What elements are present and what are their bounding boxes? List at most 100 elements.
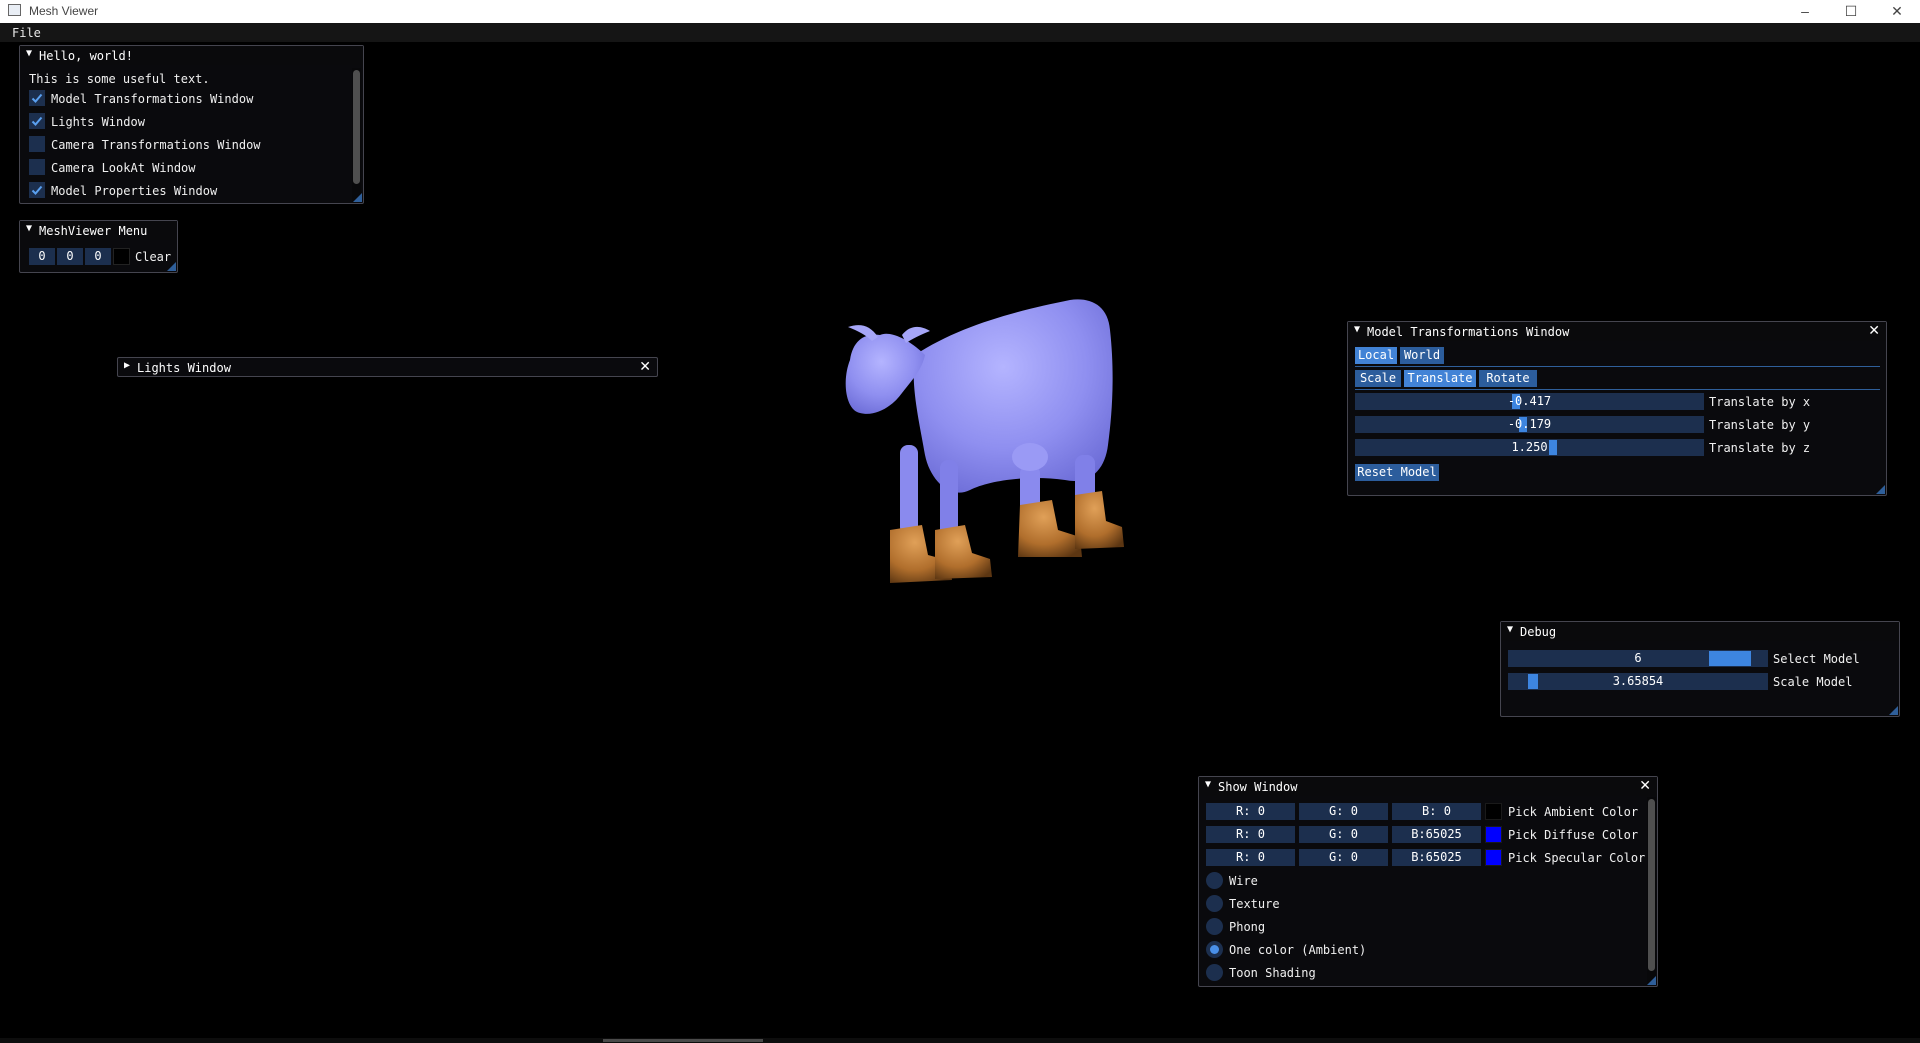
translate-slider-0[interactable]: -0.417 [1355, 393, 1704, 410]
select-model-slider[interactable]: 6 [1508, 650, 1768, 667]
color-g-field[interactable]: 0 [57, 248, 83, 265]
resize-grip[interactable] [1876, 485, 1885, 494]
expand-arrow-icon[interactable]: ▶ [124, 360, 130, 371]
debug-title: Debug [1520, 625, 1557, 639]
slider-value: -0.417 [1507, 394, 1552, 408]
cow-body [845, 299, 1113, 540]
color-g-field[interactable]: G: 0 [1299, 849, 1388, 866]
collapse-arrow-icon[interactable]: ▼ [26, 223, 32, 234]
resize-grip[interactable] [353, 193, 362, 202]
reset-model-button[interactable]: Reset Model [1355, 464, 1439, 481]
show-window-title: Show Window [1218, 780, 1298, 794]
hello-scrollbar[interactable] [352, 68, 361, 202]
resize-grip[interactable] [1889, 706, 1898, 715]
meshviewer-menu-title: MeshViewer Menu [39, 224, 148, 238]
model-transform-title: Model Transformations Window [1367, 325, 1570, 339]
tab-world[interactable]: World [1400, 347, 1444, 364]
color-b-field[interactable]: 0 [85, 248, 111, 265]
show-scrollbar[interactable] [1647, 797, 1656, 984]
meshviewer-menu-titlebar[interactable]: ▼ MeshViewer Menu [20, 221, 177, 240]
tab-rotate[interactable]: Rotate [1479, 370, 1537, 387]
color-r-field[interactable]: R: 0 [1206, 826, 1295, 843]
model-transform-titlebar[interactable]: ▼ Model Transformations Window ✕ [1348, 322, 1886, 341]
checkbox-1[interactable] [29, 113, 45, 129]
model-transformations-window[interactable]: ▼ Model Transformations Window ✕ Local Wo… [1347, 321, 1887, 496]
clear-label: Clear [135, 250, 172, 264]
scale-model-slider[interactable]: 3.65854 [1508, 673, 1768, 690]
scrollbar-thumb[interactable] [353, 70, 360, 184]
color-swatch[interactable] [1485, 803, 1502, 820]
show-window-titlebar[interactable]: ▼ Show Window ✕ [1199, 777, 1657, 796]
checkbox-label: Model Transformations Window [51, 92, 254, 106]
checkbox-label: Camera Transformations Window [51, 138, 261, 152]
color-b-field[interactable]: B:65025 [1392, 826, 1481, 843]
radio-one-color-ambient[interactable] [1206, 941, 1223, 958]
slider-value: -0.179 [1507, 417, 1552, 431]
checkbox-2[interactable] [29, 136, 45, 152]
slider-value: 3.65854 [1612, 674, 1664, 688]
color-g-field[interactable]: G: 0 [1299, 826, 1388, 843]
tab-separator [1355, 389, 1880, 390]
translate-slider-2[interactable]: 1.250 [1355, 439, 1704, 456]
hello-window-titlebar[interactable]: ▼ Hello, world! [20, 46, 363, 65]
radio-dot [1210, 945, 1219, 954]
checkbox-4[interactable] [29, 182, 45, 198]
radio-wire[interactable] [1206, 872, 1223, 889]
close-window-button[interactable]: ✕ [1874, 0, 1920, 23]
debug-titlebar[interactable]: ▼ Debug [1501, 622, 1899, 641]
checkbox-3[interactable] [29, 159, 45, 175]
boot-models [890, 491, 1124, 583]
radio-label: Texture [1229, 897, 1280, 911]
radio-phong[interactable] [1206, 918, 1223, 935]
hello-world-window[interactable]: ▼ Hello, world! This is some useful text… [19, 45, 364, 204]
collapse-arrow-icon[interactable]: ▼ [26, 48, 32, 59]
window-titlebar: Mesh Viewer – ☐ ✕ [0, 0, 1920, 23]
tab-translate[interactable]: Translate [1404, 370, 1476, 387]
translate-slider-1[interactable]: -0.179 [1355, 416, 1704, 433]
show-window[interactable]: ▼ Show Window ✕ R: 0 G: 0 B: 0 Pick Ambient… [1198, 776, 1658, 987]
debug-window[interactable]: ▼ Debug 6 Select Model 3.65854 Scale Model [1500, 621, 1900, 717]
maximize-button[interactable]: ☐ [1828, 0, 1874, 23]
hello-window-title: Hello, world! [39, 49, 133, 63]
tab-local[interactable]: Local [1355, 347, 1397, 364]
collapse-arrow-icon[interactable]: ▼ [1507, 624, 1513, 635]
close-icon[interactable]: ✕ [1868, 323, 1880, 339]
minimize-button[interactable]: – [1782, 0, 1828, 23]
horizontal-scroll-thumb[interactable] [603, 1039, 763, 1042]
color-swatch[interactable] [1485, 849, 1502, 866]
useful-text: This is some useful text. [29, 72, 210, 86]
lights-window[interactable]: ▶ Lights Window ✕ [117, 357, 658, 377]
checkbox-0[interactable] [29, 90, 45, 106]
slider-grab[interactable] [1709, 651, 1751, 666]
radio-toon-shading[interactable] [1206, 964, 1223, 981]
close-icon[interactable]: ✕ [1639, 778, 1651, 794]
meshviewer-menu-window[interactable]: ▼ MeshViewer Menu 0 0 0 Clear [19, 220, 178, 273]
scrollbar-thumb[interactable] [1648, 799, 1655, 971]
collapse-arrow-icon[interactable]: ▼ [1205, 779, 1211, 790]
lights-window-title: Lights Window [137, 361, 231, 375]
radio-label: Phong [1229, 920, 1266, 934]
resize-grip[interactable] [167, 262, 176, 271]
slider-grab[interactable] [1549, 440, 1557, 455]
slider-value: 6 [1634, 651, 1642, 665]
tab-scale[interactable]: Scale [1355, 370, 1401, 387]
color-picker-label: Pick Ambient Color [1508, 805, 1639, 819]
color-r-field[interactable]: 0 [29, 248, 55, 265]
slider-grab[interactable] [1528, 674, 1538, 689]
color-swatch[interactable] [1485, 826, 1502, 843]
color-g-field[interactable]: G: 0 [1299, 803, 1388, 820]
cow-model-render [845, 299, 1124, 583]
color-b-field[interactable]: B:65025 [1392, 849, 1481, 866]
resize-grip[interactable] [1647, 976, 1656, 985]
collapse-arrow-icon[interactable]: ▼ [1354, 324, 1360, 335]
radio-texture[interactable] [1206, 895, 1223, 912]
color-b-field[interactable]: B: 0 [1392, 803, 1481, 820]
slider-label: Translate by z [1709, 441, 1811, 455]
lights-window-titlebar[interactable]: ▶ Lights Window ✕ [118, 358, 657, 377]
color-r-field[interactable]: R: 0 [1206, 849, 1295, 866]
color-r-field[interactable]: R: 0 [1206, 803, 1295, 820]
horizontal-scrollbar[interactable] [0, 1038, 1920, 1043]
clear-color-swatch[interactable] [113, 248, 130, 265]
file-menu[interactable]: File [12, 26, 41, 40]
close-icon[interactable]: ✕ [639, 359, 651, 375]
